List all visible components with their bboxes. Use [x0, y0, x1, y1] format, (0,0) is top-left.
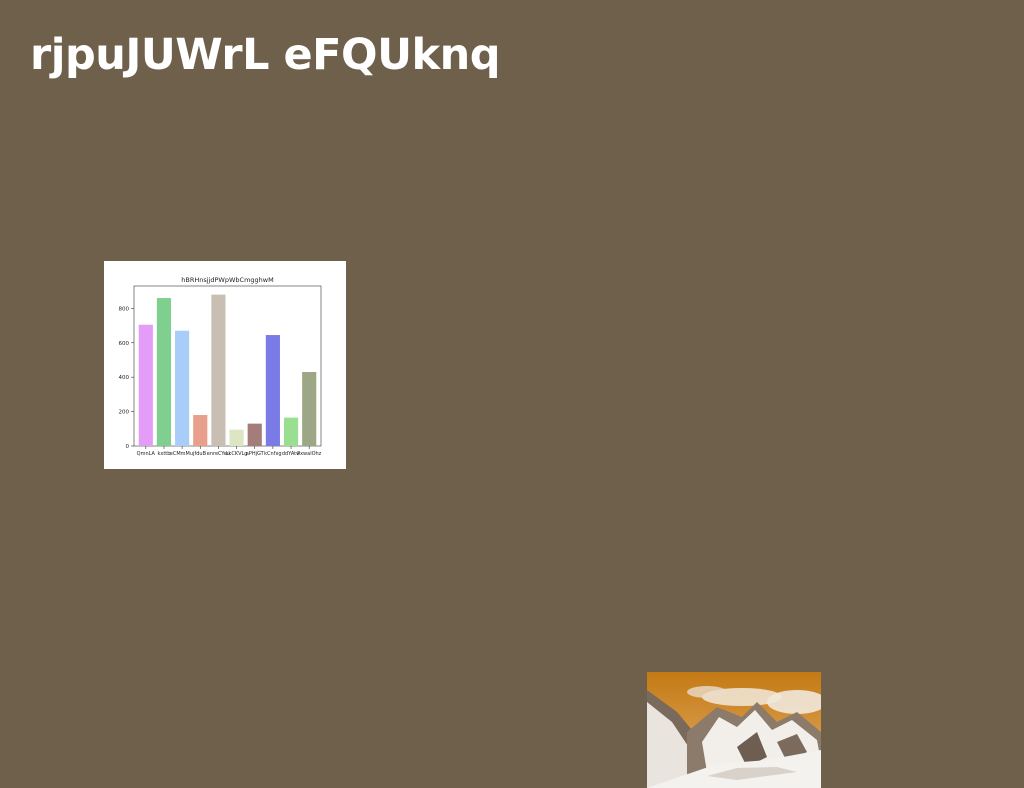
x-tick-label: kCnfxg: [264, 451, 281, 457]
bar: [265, 335, 280, 446]
x-tick-label: aPHjGT: [246, 451, 265, 457]
bar: [211, 294, 226, 446]
chart-title: hBRHnsjjdPWpWbCmgghwM: [181, 276, 273, 284]
mountain-photo: [647, 672, 821, 788]
x-tick-label: QmnLA: [137, 451, 156, 457]
bar: [175, 330, 190, 446]
bar: [247, 423, 262, 446]
bar: [156, 298, 172, 446]
bar: [138, 324, 153, 446]
x-tick-label: kxttb: [157, 451, 170, 457]
y-tick-label: 200: [119, 410, 130, 416]
y-tick-label: 800: [119, 306, 130, 312]
bar-chart-card: hBRHnsjjdPWpWbCmgghwM 0 200 400 600 800 QmnLA k…: [104, 261, 346, 469]
x-tick-label: LkCKVLg: [226, 451, 248, 457]
page-title: rjpuJUWrL eFQUknq: [30, 30, 501, 80]
bar-chart: hBRHnsjjdPWpWbCmgghwM0200400600800QmnLA k…: [119, 276, 322, 457]
y-tick-label: 600: [119, 341, 130, 347]
bar: [302, 372, 317, 446]
x-tick-label: fduB: [194, 451, 206, 457]
y-tick-label: 400: [119, 375, 130, 381]
mountain-landscape-icon: [647, 672, 821, 788]
x-tick-label: eCMmMuj: [170, 451, 195, 457]
y-tick-label: 0: [126, 444, 130, 450]
bar: [283, 417, 299, 446]
bar: [193, 415, 208, 446]
bar: [229, 429, 244, 446]
x-tick-label: PxwalOhz: [297, 451, 322, 457]
